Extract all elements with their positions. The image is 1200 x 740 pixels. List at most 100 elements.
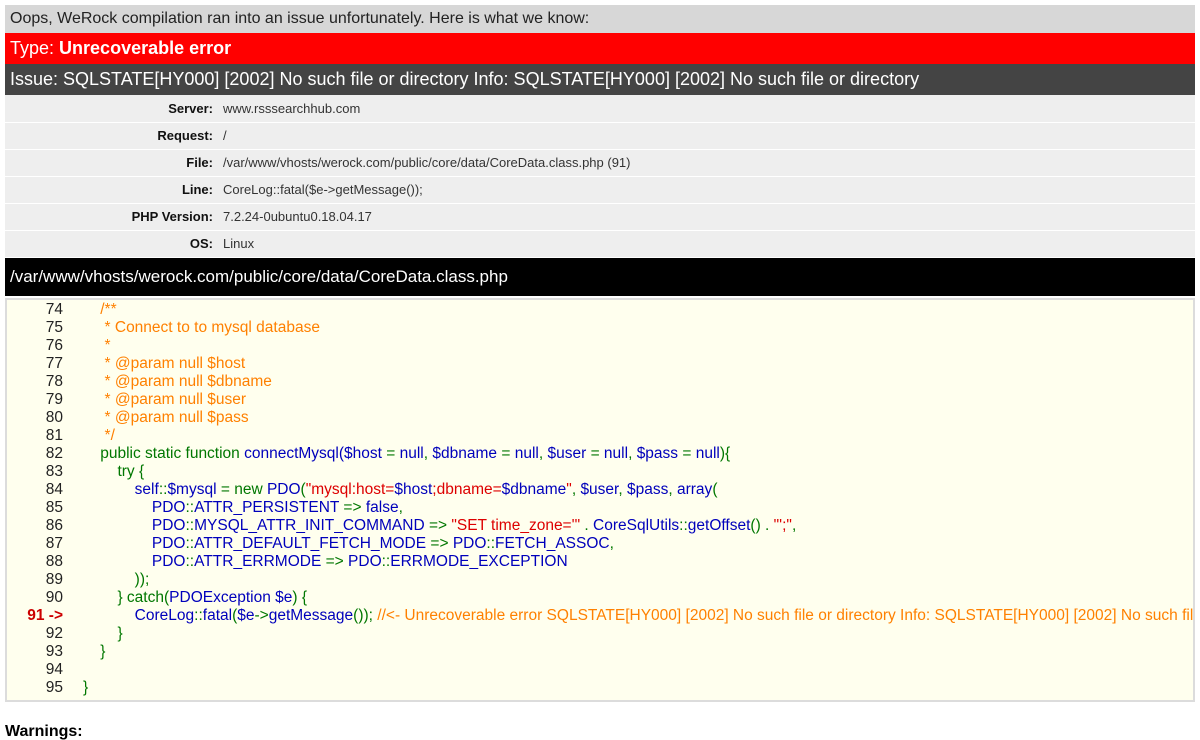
code-token: $user	[580, 480, 619, 498]
code-token: * @param null $dbname	[83, 372, 272, 390]
code-token: ::	[185, 552, 195, 570]
line-number: 84	[45, 480, 63, 498]
line-number: 90	[45, 588, 63, 606]
code-token: public static function	[83, 444, 245, 462]
code-source: /**	[83, 300, 117, 319]
code-listing: 74 /** 75 * Connect to to mysql database 7…	[5, 297, 1195, 702]
code-token: false	[365, 498, 399, 516]
code-line: 87 PDO::ATTR_DEFAULT_FETCH_MODE => PDO::…	[7, 535, 1193, 553]
info-value: Linux	[223, 236, 255, 251]
intro-banner: Oops, WeRock compilation ran into an iss…	[5, 5, 1195, 33]
code-token: ::	[381, 552, 391, 570]
code-token: $host	[394, 480, 433, 498]
code-token: ATTR_DEFAULT_FETCH_MODE	[194, 534, 431, 552]
code-source: PDO::ATTR_DEFAULT_FETCH_MODE => PDO::FET…	[83, 535, 614, 553]
line-number: 85	[45, 498, 63, 516]
code-source: * @param null $dbname	[83, 373, 272, 391]
info-row: File: /var/www/vhosts/werock.com/public/c…	[5, 149, 1195, 176]
info-value: /var/www/vhosts/werock.com/public/core/d…	[223, 155, 631, 170]
code-token: ATTR_ERRMODE	[194, 552, 326, 570]
error-type-label: Type:	[10, 38, 55, 58]
code-token: =	[590, 444, 604, 462]
line-number: 79	[45, 390, 63, 408]
code-token: getMessage	[268, 606, 354, 624]
file-path-header: /var/www/vhosts/werock.com/public/core/d…	[5, 257, 1195, 296]
code-token: =	[501, 444, 515, 462]
code-source: * @param null $pass	[83, 409, 249, 427]
line-number: 83	[45, 462, 63, 480]
line-number: 93	[45, 642, 63, 660]
code-token: PDO	[452, 534, 487, 552]
line-number: 87	[45, 534, 63, 552]
line-number: 94	[45, 660, 63, 678]
code-token: PDO	[266, 480, 301, 498]
code-token: ::	[679, 516, 688, 534]
code-line: 92 }	[7, 625, 1193, 643]
code-token: ::	[185, 498, 195, 516]
code-token: /**	[83, 300, 117, 318]
code-line: 79 * @param null $user	[7, 391, 1193, 409]
info-value: CoreLog::fatal($e->getMessage());	[223, 182, 423, 197]
info-table-body: Server: www.rsssearchhub.com Request: / File…	[5, 95, 1195, 257]
code-source: ));	[83, 571, 150, 589]
code-token: * @param null $host	[83, 354, 246, 372]
code-source: * @param null $host	[83, 354, 246, 373]
code-source: }	[83, 643, 105, 661]
code-line: 77 * @param null $host	[7, 355, 1193, 373]
code-line: 75 * Connect to to mysql database	[7, 319, 1193, 337]
code-token: ::	[185, 516, 195, 534]
info-row: Request: /	[5, 122, 1195, 149]
code-source: PDO::ATTR_PERSISTENT => false,	[83, 499, 403, 517]
line-number: 86	[45, 516, 63, 534]
code-token: MYSQL_ATTR_INIT_COMMAND	[194, 516, 429, 534]
line-number: 75	[45, 318, 63, 336]
code-line: 90 } catch(PDOException $e) {	[7, 589, 1193, 607]
code-token: "mysql:host=	[305, 480, 395, 498]
code-token: ());	[353, 606, 378, 624]
info-key: Request:	[157, 128, 213, 143]
line-number: 81	[45, 426, 63, 444]
code-line: 81 */	[7, 427, 1193, 445]
code-token: $mysql	[167, 480, 221, 498]
code-token: ::	[194, 606, 203, 624]
code-token: connectMysql($host	[244, 444, 387, 462]
code-token: $user	[547, 444, 591, 462]
code-line-error: 91 -> CoreLog::fatal($e->getMessage()); …	[7, 607, 1193, 625]
code-token: try {	[83, 462, 145, 480]
code-token: ->	[254, 606, 269, 624]
code-token: }	[83, 678, 89, 696]
intro-text: Oops, WeRock compilation ran into an iss…	[10, 10, 590, 27]
code-token: null	[603, 444, 629, 462]
info-row: Line: CoreLog::fatal($e->getMessage());	[5, 176, 1195, 203]
code-line: 80 * @param null $pass	[7, 409, 1193, 427]
info-key: OS:	[189, 236, 213, 251]
code-line: 74 /**	[7, 301, 1193, 319]
code-line: 95}	[7, 679, 1193, 697]
error-page: Oops, WeRock compilation ran into an iss…	[0, 5, 1200, 740]
code-token: (	[712, 480, 718, 498]
code-source: */	[83, 427, 115, 445]
code-token: $dbname	[432, 444, 502, 462]
code-token: =>	[325, 552, 349, 570]
code-source: PDO::MYSQL_ATTR_INIT_COMMAND => "SET tim…	[83, 517, 796, 535]
file-path-text: /var/www/vhosts/werock.com/public/core/d…	[10, 266, 508, 286]
code-line: 89 ));	[7, 571, 1193, 589]
info-row: PHP Version: 7.2.24-0ubuntu0.18.04.17	[5, 203, 1195, 230]
code-source: }	[83, 679, 88, 697]
code-token: ,	[609, 534, 614, 552]
code-token: ,	[398, 498, 403, 516]
code-source: *	[83, 337, 111, 355]
code-line: 93 }	[7, 643, 1193, 661]
code-token: */	[83, 426, 115, 444]
line-number: 95	[45, 678, 63, 696]
code-token: $e	[237, 606, 255, 624]
code-token: () .	[750, 516, 774, 534]
info-key: PHP Version:	[131, 209, 213, 224]
warnings-heading: Warnings:	[5, 723, 83, 740]
code-token: ) {	[292, 588, 308, 606]
code-token: ,	[668, 480, 677, 498]
code-token: ,	[618, 480, 627, 498]
line-number: 80	[45, 408, 63, 426]
code-source: } catch(PDOException $e) {	[83, 589, 307, 607]
code-token: fatal	[202, 606, 233, 624]
